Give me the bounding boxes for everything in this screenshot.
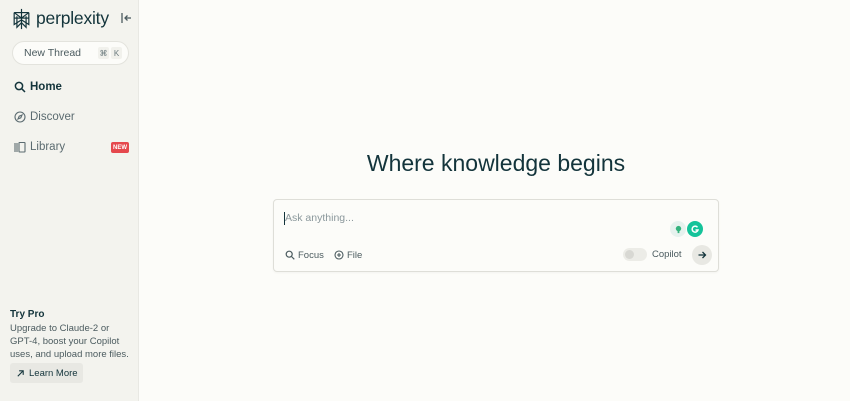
collapse-sidebar-icon[interactable]	[119, 11, 133, 25]
focus-button[interactable]: Focus	[285, 248, 324, 262]
brand-name: perplexity	[36, 8, 109, 28]
sidebar: perplexity New Thread ⌘ K Home Discover …	[0, 0, 139, 401]
new-thread-button[interactable]: New Thread ⌘ K	[12, 41, 129, 65]
sidebar-item-home[interactable]: Home	[14, 78, 62, 96]
arrow-up-right-icon	[17, 369, 24, 377]
toggle-knob	[625, 250, 634, 259]
new-thread-label: New Thread	[24, 47, 82, 59]
add-circle-icon	[334, 250, 344, 260]
file-label: File	[347, 249, 363, 261]
page-headline: Where knowledge begins	[366, 150, 626, 176]
promo-title: Try Pro	[10, 309, 45, 320]
focus-label: Focus	[298, 249, 324, 261]
ask-input[interactable]	[285, 209, 655, 227]
new-badge: NEW	[111, 142, 129, 153]
sidebar-item-label: Discover	[30, 111, 75, 123]
promo-text: Upgrade to Claude-2 or GPT-4, boost your…	[10, 323, 129, 360]
k-key-badge: K	[111, 47, 122, 59]
brand-logo[interactable]: perplexity	[12, 8, 109, 30]
command-key-badge: ⌘	[98, 47, 109, 59]
sidebar-item-discover[interactable]: Discover	[14, 108, 75, 126]
learn-more-label: Learn More	[29, 367, 78, 379]
sidebar-item-label: Library	[30, 141, 66, 153]
search-icon	[285, 250, 295, 260]
sidebar-item-library[interactable]: Library	[14, 138, 65, 156]
file-button[interactable]: File	[334, 248, 362, 262]
compass-icon	[14, 111, 26, 123]
copilot-toggle[interactable]	[623, 248, 647, 261]
arrow-right-icon	[698, 251, 707, 259]
grammarly-icon[interactable]	[687, 221, 703, 237]
search-icon	[14, 81, 26, 93]
lightbulb-extension-icon[interactable]	[670, 221, 686, 237]
ask-box: Focus File Copilot	[273, 199, 719, 272]
perplexity-logo-icon	[13, 8, 30, 30]
copilot-label: Copilot	[652, 249, 682, 260]
library-icon	[14, 141, 26, 153]
sidebar-item-label: Home	[30, 81, 62, 93]
submit-button[interactable]	[692, 245, 712, 265]
learn-more-button[interactable]: Learn More	[10, 363, 83, 383]
